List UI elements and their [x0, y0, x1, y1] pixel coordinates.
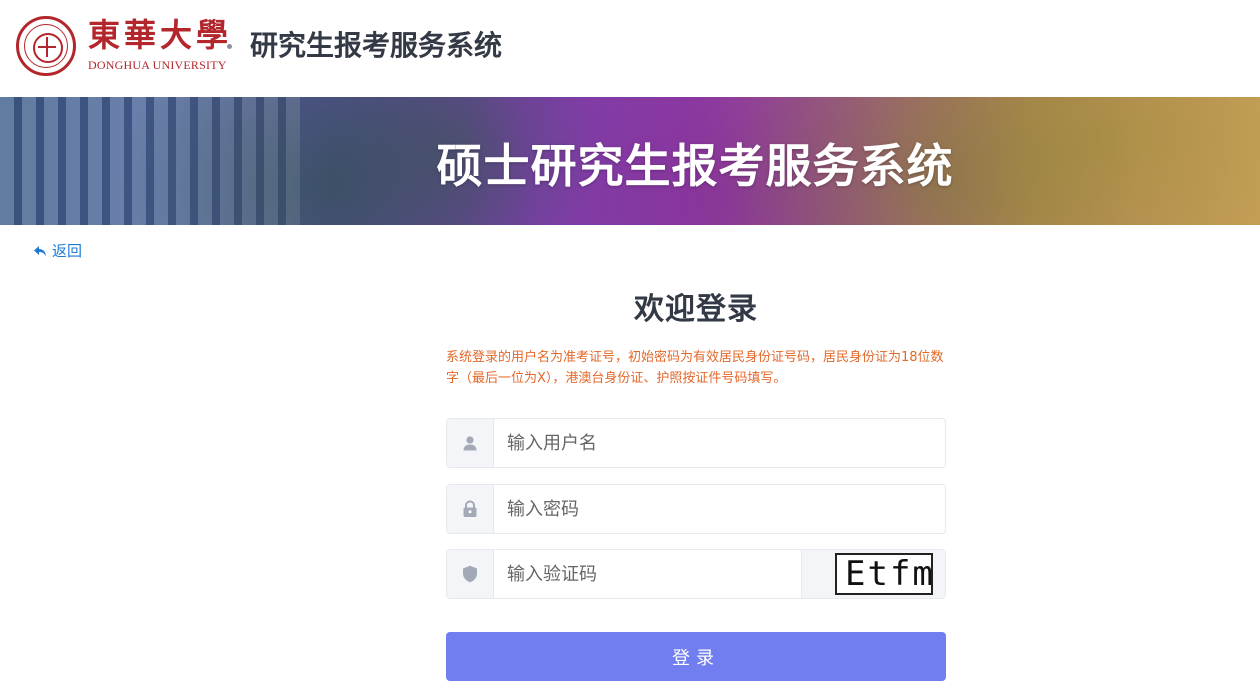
captcha-input[interactable]: [494, 550, 801, 598]
header: 東華大學 DONGHUA UNIVERSITY 研究生报考服务系统: [0, 0, 1260, 97]
captcha-addon: [447, 550, 494, 598]
title-separator-dot: [227, 44, 232, 49]
university-seal-logo: [16, 16, 76, 76]
captcha-image[interactable]: Etfm: [835, 553, 933, 595]
brand-name-cn: 東華大學: [88, 16, 233, 54]
shield-icon: [463, 565, 477, 583]
password-input[interactable]: [494, 485, 945, 533]
username-field: [446, 418, 946, 468]
lock-icon: [463, 500, 477, 517]
password-addon: [447, 485, 494, 533]
system-title: 研究生报考服务系统: [250, 29, 503, 62]
back-link[interactable]: 返回: [33, 240, 82, 261]
password-field: [446, 484, 946, 534]
user-icon: [463, 436, 477, 451]
back-link-label: 返回: [52, 242, 83, 260]
captcha-image-wrap: Etfm: [801, 550, 945, 598]
username-addon: [447, 419, 494, 467]
login-title: 欢迎登录: [634, 292, 758, 327]
reply-arrow-icon: [34, 245, 46, 256]
banner-title: 硕士研究生报考服务系统: [436, 139, 954, 193]
login-button[interactable]: 登录: [446, 632, 946, 681]
brand-name-en: DONGHUA UNIVERSITY: [88, 58, 227, 72]
captcha-field: Etfm: [446, 549, 946, 599]
login-notice: 系统登录的用户名为准考证号，初始密码为有效居民身份证号码，居民身份证为18位数字…: [446, 350, 944, 386]
username-input[interactable]: [494, 419, 945, 467]
